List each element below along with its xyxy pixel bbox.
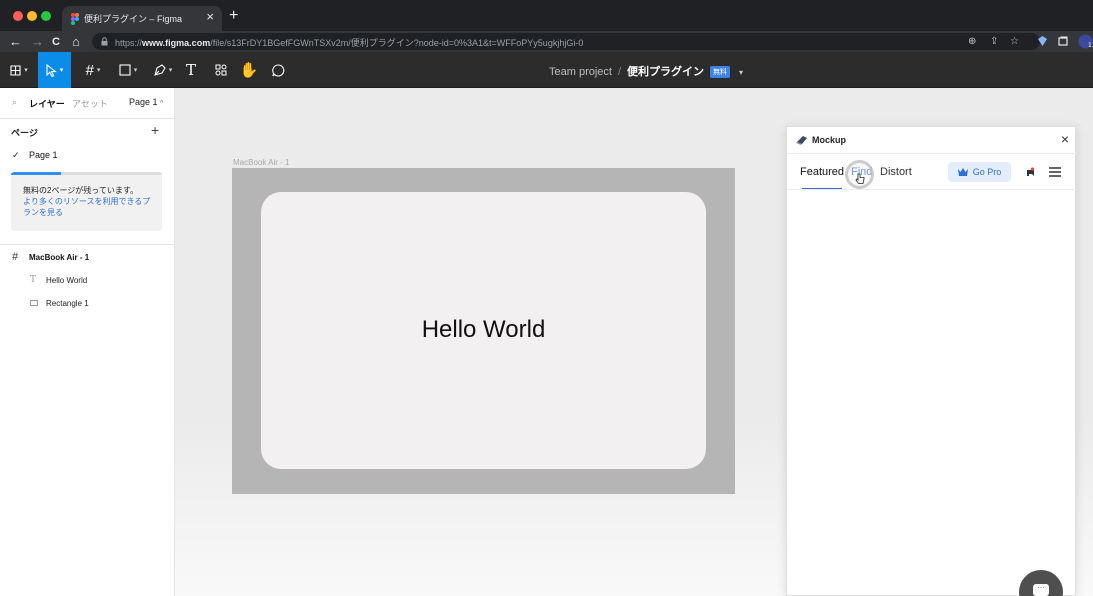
chevron-down-icon: ▾ [133,67,138,74]
frame-icon: # [85,61,94,79]
macbook-air-frame[interactable]: Hello World [232,168,735,494]
design-canvas[interactable]: MacBook Air - 1 Hello World Mockup × Fea… [175,88,1093,596]
project-name[interactable]: Team project [549,66,612,78]
chat-button[interactable]: ··· [1019,570,1063,596]
window-close-button[interactable] [13,11,23,21]
tab-assets[interactable]: アセット [72,97,108,110]
chevron-down-icon: ▾ [59,67,64,74]
reload-icon[interactable]: C [52,34,60,51]
hand-tool-button[interactable]: ✋ [239,52,259,88]
text-tool-icon: T [185,61,196,79]
tabs-divider [787,189,1077,190]
new-tab-button[interactable]: + [229,7,238,25]
extension-icon[interactable] [1038,36,1047,46]
svg-text:13: 13 [1088,42,1093,49]
rectangle-icon [119,64,131,76]
rectangle-icon [30,300,38,306]
share-icon[interactable]: ⇪ [990,34,998,49]
profile-avatar[interactable]: 13 [1078,34,1093,49]
hand-pointer-icon [855,173,865,184]
comment-icon [271,63,284,77]
layers-panel: ⌕ レイヤー アセット Page 1 ^ ページ + ✓ Page 1 無料の2… [0,88,175,596]
window-maximize-button[interactable] [41,11,51,21]
rectangle-1[interactable]: Hello World [261,192,706,469]
pen-tool-button[interactable]: ▾ [148,52,178,88]
bookmark-star-icon[interactable]: ☆ [1010,34,1019,49]
url-text: https://www.figma.com/file/s13FrDY1BGefF… [115,38,584,48]
go-pro-button[interactable]: Go Pro [948,162,1011,182]
screen: 便利プラグイン – Figma × + ← → C ⌂ https://www.… [0,0,1093,596]
file-breadcrumb[interactable]: Team project / 便利プラグイン 無料 ▾ [549,63,743,79]
comment-tool-button[interactable] [268,52,288,88]
home-icon[interactable]: ⌂ [72,33,80,50]
shape-tool-button[interactable]: ▾ [113,52,143,88]
text-tool-button[interactable]: T [181,52,201,88]
mockup-logo-icon [796,136,807,145]
text-icon: T [30,275,37,285]
main-menu-button[interactable]: ▾ [4,52,34,88]
frame-tool-button[interactable]: # ▾ [78,52,108,88]
notice-text: 無料の2ページが残っています。 [23,186,139,195]
file-name[interactable]: 便利プラグイン [627,66,704,78]
plugin-title: Mockup [812,135,847,145]
close-icon[interactable]: × [1061,131,1069,147]
address-bar[interactable]: https://www.figma.com/file/s13FrDY1BGefF… [92,33,1040,50]
browser-tab[interactable]: 便利プラグイン – Figma × [62,6,222,31]
crown-icon [957,168,968,176]
divider [0,244,175,245]
breadcrumb-separator: / [617,66,622,78]
upgrade-plan-link[interactable]: より多くのリソースを利用できるプランを見る [23,196,155,218]
page-name: Page 1 [29,150,58,160]
mockup-plugin-window: Mockup × Featured Find Distort Go Pro ··… [786,126,1077,596]
tab-search-icon[interactable] [1058,36,1068,46]
frame-label[interactable]: MacBook Air - 1 [233,158,289,167]
zoom-icon[interactable]: ⊕ [968,34,976,49]
chevron-down-icon: ▾ [96,67,101,74]
figma-menu-icon [10,64,21,76]
resources-tool-button[interactable] [211,52,231,88]
pages-usage-bar [11,172,162,175]
layer-name: Hello World [46,276,88,285]
divider [0,118,175,119]
browser-nav-bar: ← → C ⌂ https://www.figma.com/file/s13Fr… [0,31,1093,52]
tab-featured[interactable]: Featured [800,166,844,178]
move-cursor-icon [46,63,57,77]
move-tool-button[interactable]: ▾ [38,52,71,88]
chevron-up-icon: ^ [160,100,164,107]
free-pages-notice: 無料の2ページが残っています。 より多くのリソースを利用できるプランを見る [11,172,162,231]
pages-header: ページ [11,128,38,138]
resources-icon [215,64,227,76]
hamburger-menu-icon[interactable] [1049,167,1061,177]
chevron-down-icon[interactable]: ▾ [739,68,743,77]
checkmark-icon: ✓ [12,150,20,160]
chevron-down-icon: ▾ [168,67,173,74]
notification-icon[interactable] [1025,167,1035,177]
pages-usage-fill [11,172,61,175]
layer-name: MacBook Air - 1 [29,253,90,262]
chevron-down-icon: ▾ [24,67,28,74]
plugin-header[interactable]: Mockup × [787,127,1077,154]
figma-favicon-icon [71,13,79,25]
forward-icon[interactable]: → [31,33,44,50]
browser-tab-title: 便利プラグイン – Figma [84,14,183,24]
layer-name: Rectangle 1 [46,299,89,308]
search-icon[interactable]: ⌕ [12,97,17,108]
frame-icon: # [12,251,19,263]
back-icon[interactable]: ← [9,33,22,50]
free-plan-badge: 無料 [710,66,731,79]
tab-close-icon[interactable]: × [206,9,214,25]
tab-layers[interactable]: レイヤー [29,97,65,110]
window-minimize-button[interactable] [27,11,37,21]
page-selector[interactable]: Page 1 ^ [129,97,163,107]
pen-icon [153,64,166,76]
lock-icon [101,37,108,46]
go-pro-label: Go Pro [972,167,1002,177]
chat-bubble-icon: ··· [1033,584,1049,596]
tab-distort[interactable]: Distort [880,166,912,178]
hand-icon: ✋ [239,62,259,79]
hello-world-text[interactable]: Hello World [261,316,706,344]
browser-tab-strip: 便利プラグイン – Figma × + [0,0,1093,31]
figma-toolbar: ▾ ▾ # ▾ ▾ ▾ T ✋ Team project / 便利プラグイン 無… [0,52,1093,88]
add-page-button[interactable]: + [151,122,159,138]
